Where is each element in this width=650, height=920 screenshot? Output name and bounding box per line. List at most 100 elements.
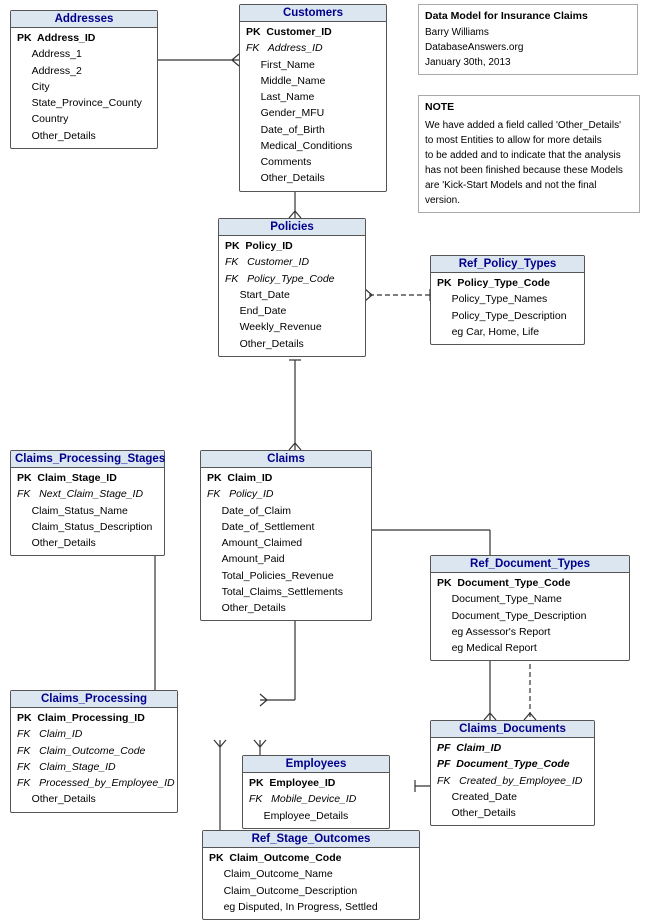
field-middle-name: Middle_Name (246, 73, 380, 89)
entity-cp-body: PK Claim_Processing_ID FK Claim_ID FK Cl… (11, 708, 177, 812)
field-cp-stage-id: FK Claim_Stage_ID (17, 759, 171, 775)
field-policy-type-desc: Policy_Type_Description (437, 308, 578, 324)
field-amount-paid: Amount_Paid (207, 551, 365, 567)
field-eg-outcomes: eg Disputed, In Progress, Settled (209, 899, 413, 915)
info-box: Data Model for Insurance Claims Barry Wi… (418, 4, 638, 75)
field-cp-claim-id: FK Claim_ID (17, 726, 171, 742)
entity-claims-processing-stages: Claims_Processing_Stages PK Claim_Stage_… (10, 450, 165, 556)
field-outcome-code: PK Claim_Outcome_Code (209, 850, 413, 866)
field-outcome-name: Claim_Outcome_Name (209, 866, 413, 882)
field-status-desc: Claim_Status_Description (17, 519, 158, 535)
field-comments: Comments (246, 154, 380, 170)
field-state: State_Province_County (17, 95, 151, 111)
entity-policies-body: PK Policy_ID FK Customer_ID FK Policy_Ty… (219, 236, 365, 356)
field-policy-type-code: PK Policy_Type_Code (437, 275, 578, 291)
field-pol-type-code: FK Policy_Type_Code (225, 271, 359, 287)
field-first-name: First_Name (246, 57, 380, 73)
field-cust-other: Other_Details (246, 170, 380, 186)
entity-claims: Claims PK Claim_ID FK Policy_ID Date_of_… (200, 450, 372, 621)
field-mobile-id: FK Mobile_Device_ID (249, 791, 383, 807)
entity-claims-processing: Claims_Processing PK Claim_Processing_ID… (10, 690, 178, 813)
note-title: NOTE (425, 100, 633, 116)
field-cp-other: Other_Details (17, 791, 171, 807)
diagram-container: Data Model for Insurance Claims Barry Wi… (0, 0, 650, 889)
field-city: City (17, 79, 151, 95)
entity-rdt-body: PK Document_Type_Code Document_Type_Name… (431, 573, 629, 660)
field-policy-eg: eg Car, Home, Life (437, 324, 578, 340)
field-emp-details: Employee_Details (249, 808, 383, 824)
entity-cps-title: Claims_Processing_Stages (11, 451, 164, 468)
field-claim-stage-id: PK Claim_Stage_ID (17, 470, 158, 486)
field-doc-type-name: Document_Type_Name (437, 591, 623, 607)
field-clm-policy-id: FK Policy_ID (207, 486, 365, 502)
field-pol-customer-id: FK Customer_ID (225, 254, 359, 270)
field-cd-created-by: FK Created_by_Employee_ID (437, 773, 588, 789)
entity-policies-title: Policies (219, 219, 365, 236)
field-country: Country (17, 111, 151, 127)
field-cp-id: PK Claim_Processing_ID (17, 710, 171, 726)
field-eg-medical: eg Medical Report (437, 640, 623, 656)
entity-claims-title: Claims (201, 451, 371, 468)
entity-cd-body: PF Claim_ID PF Document_Type_Code FK Cre… (431, 738, 594, 825)
field-date-claim: Date_of_Claim (207, 503, 365, 519)
entity-ref-policy-body: PK Policy_Type_Code Policy_Type_Names Po… (431, 273, 584, 344)
entity-rso-title: Ref_Stage_Outcomes (203, 831, 419, 848)
field-dob: Date_of_Birth (246, 122, 380, 138)
field-outcome-desc: Claim_Outcome_Description (209, 883, 413, 899)
entity-ref-doc-types: Ref_Document_Types PK Document_Type_Code… (430, 555, 630, 661)
info-org: DatabaseAnswers.org (425, 40, 631, 55)
entity-cd-title: Claims_Documents (431, 721, 594, 738)
field-status-name: Claim_Status_Name (17, 503, 158, 519)
field-cd-doc-type-code: PF Document_Type_Code (437, 756, 588, 772)
entity-claims-documents: Claims_Documents PF Claim_ID PF Document… (430, 720, 595, 826)
field-total-pol-rev: Total_Policies_Revenue (207, 568, 365, 584)
field-start-date: Start_Date (225, 287, 359, 303)
entity-cp-title: Claims_Processing (11, 691, 177, 708)
field-end-date: End_Date (225, 303, 359, 319)
field-amount-claimed: Amount_Claimed (207, 535, 365, 551)
entity-ref-stage-outcomes: Ref_Stage_Outcomes PK Claim_Outcome_Code… (202, 830, 420, 920)
entity-ref-policy-title: Ref_Policy_Types (431, 256, 584, 273)
field-cps-other: Other_Details (17, 535, 158, 551)
entity-addresses: Addresses PK Address_ID Address_1 Addres… (10, 10, 158, 149)
entity-emp-title: Employees (243, 756, 389, 773)
entity-emp-body: PK Employee_ID FK Mobile_Device_ID Emplo… (243, 773, 389, 828)
entity-customers-title: Customers (240, 5, 386, 22)
field-total-clm-set: Total_Claims_Settlements (207, 584, 365, 600)
note-box: NOTE We have added a field called 'Other… (418, 95, 640, 213)
info-title: Data Model for Insurance Claims (425, 9, 631, 25)
field-medical: Medical_Conditions (246, 138, 380, 154)
info-subtitle: Barry Williams (425, 25, 631, 40)
field-policy-id: PK Policy_ID (225, 238, 359, 254)
entity-customers: Customers PK Customer_ID FK Address_ID F… (239, 4, 387, 192)
entity-rdt-title: Ref_Document_Types (431, 556, 629, 573)
field-clm-other: Other_Details (207, 600, 365, 616)
field-address-1: Address_1 (17, 46, 151, 62)
field-policy-type-names: Policy_Type_Names (437, 291, 578, 307)
field-address-2: Address_2 (17, 63, 151, 79)
field-cp-outcome-code: FK Claim_Outcome_Code (17, 743, 171, 759)
field-cust-address-id: FK Address_ID (246, 40, 380, 56)
field-cd-other: Other_Details (437, 805, 588, 821)
field-doc-type-code: PK Document_Type_Code (437, 575, 623, 591)
entity-rso-body: PK Claim_Outcome_Code Claim_Outcome_Name… (203, 848, 419, 919)
info-date: January 30th, 2013 (425, 55, 631, 70)
field-pol-other: Other_Details (225, 336, 359, 352)
field-last-name: Last_Name (246, 89, 380, 105)
field-next-claim-stage: FK Next_Claim_Stage_ID (17, 486, 158, 502)
entity-policies: Policies PK Policy_ID FK Customer_ID FK … (218, 218, 366, 357)
field-cp-employee-id: FK Processed_by_Employee_ID (17, 775, 171, 791)
field-address-id: PK Address_ID (17, 30, 151, 46)
entity-employees: Employees PK Employee_ID FK Mobile_Devic… (242, 755, 390, 829)
entity-cps-body: PK Claim_Stage_ID FK Next_Claim_Stage_ID… (11, 468, 164, 555)
field-gender: Gender_MFU (246, 105, 380, 121)
field-doc-type-desc: Document_Type_Description (437, 608, 623, 624)
field-eg-assessor: eg Assessor's Report (437, 624, 623, 640)
entity-addresses-body: PK Address_ID Address_1 Address_2 City S… (11, 28, 157, 148)
field-claim-id: PK Claim_ID (207, 470, 365, 486)
entity-customers-body: PK Customer_ID FK Address_ID First_Name … (240, 22, 386, 191)
field-emp-id: PK Employee_ID (249, 775, 383, 791)
field-cd-claim-id: PF Claim_ID (437, 740, 588, 756)
entity-claims-body: PK Claim_ID FK Policy_ID Date_of_Claim D… (201, 468, 371, 620)
field-addr-other: Other_Details (17, 128, 151, 144)
